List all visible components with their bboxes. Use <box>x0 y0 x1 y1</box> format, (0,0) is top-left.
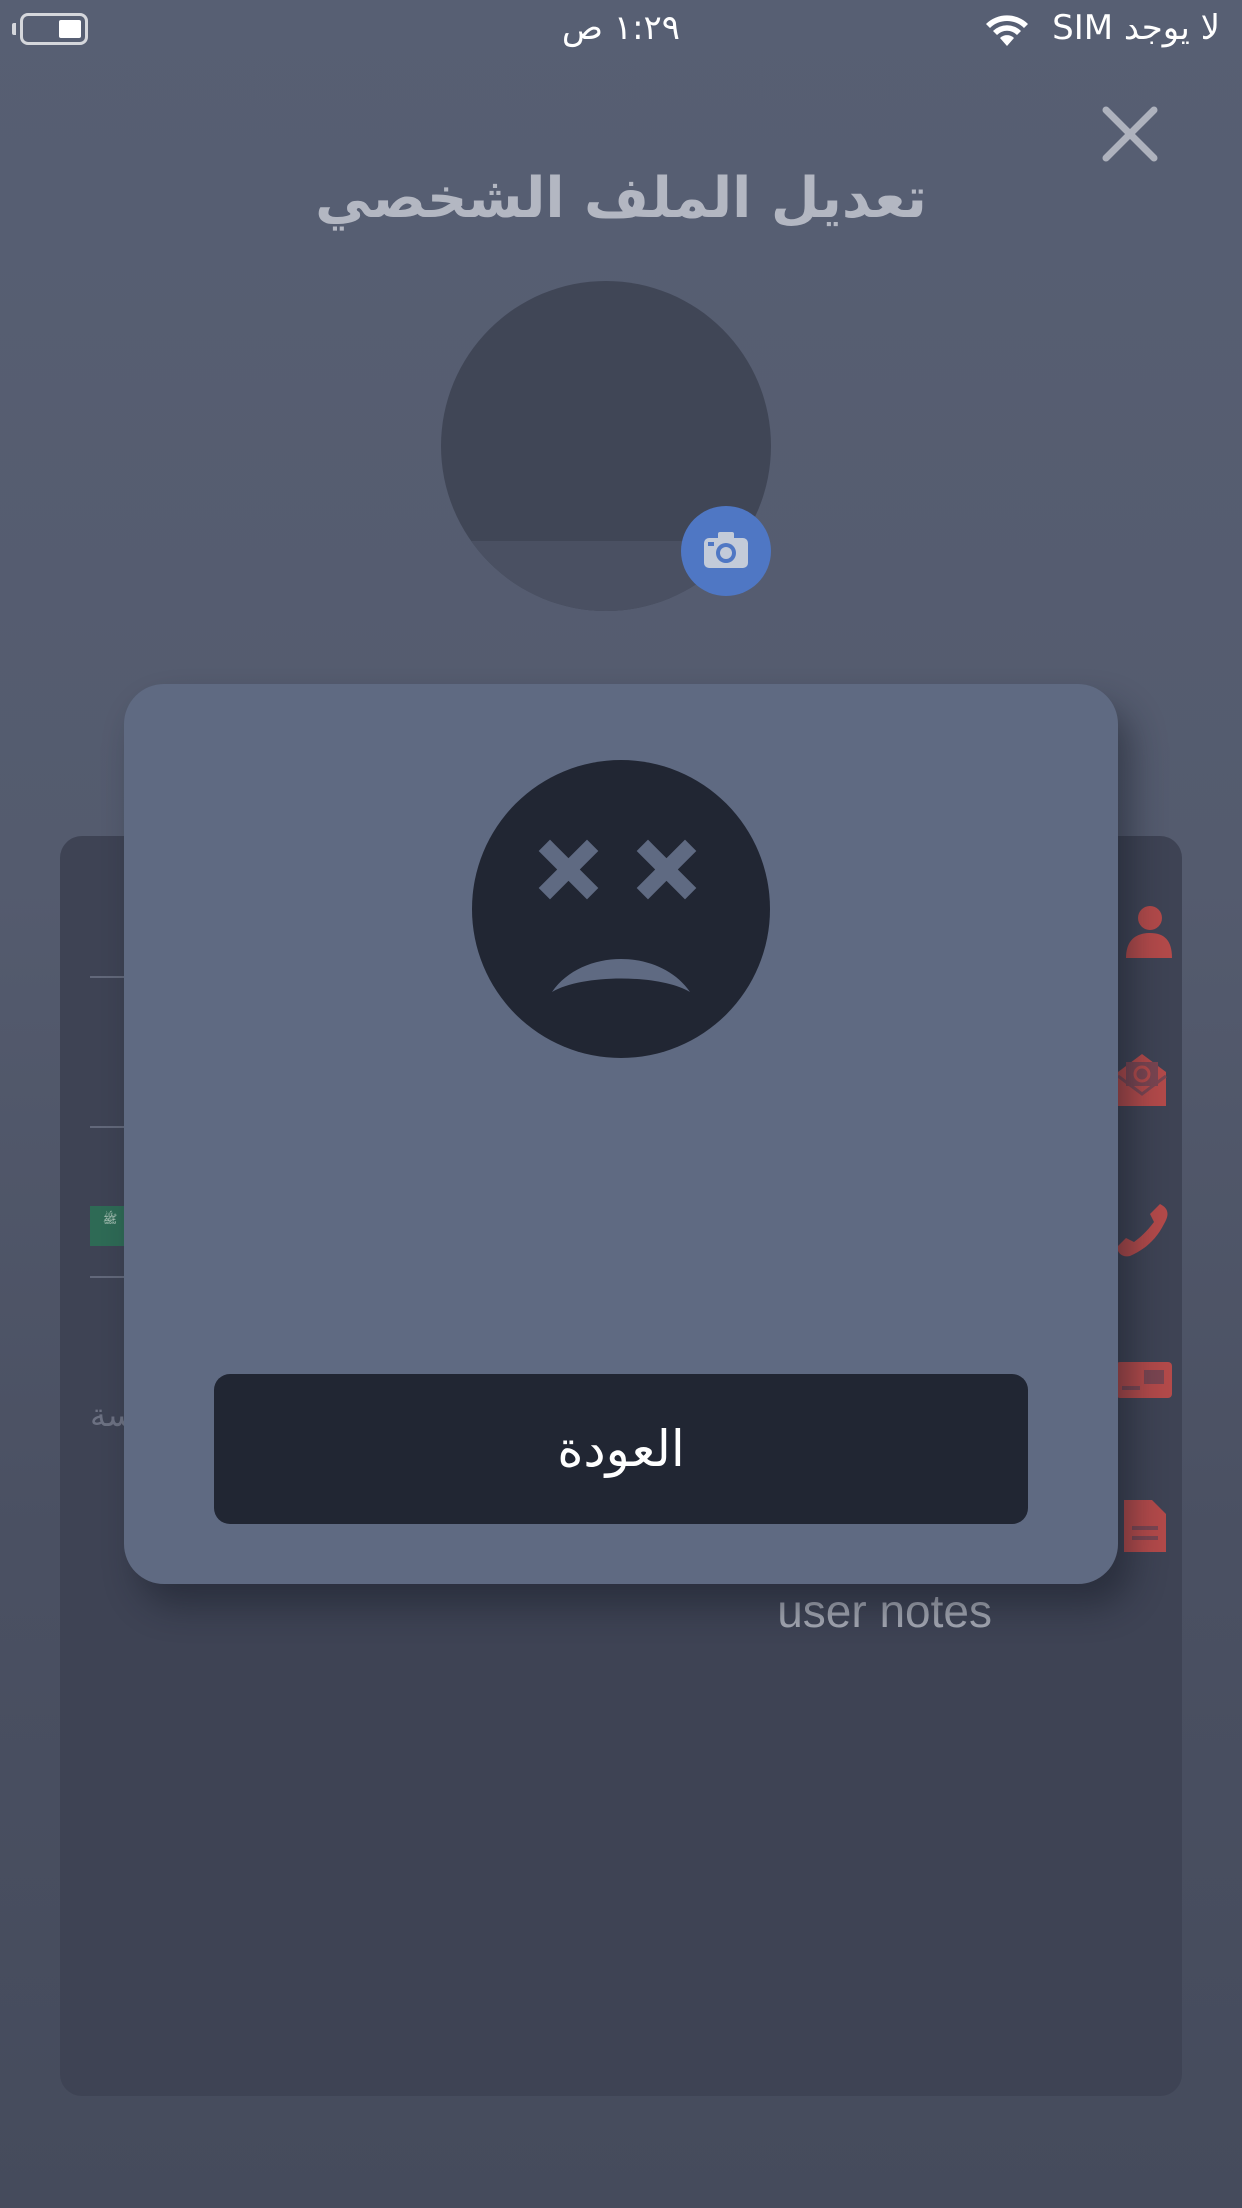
back-button[interactable]: العودة <box>214 1374 1028 1524</box>
page-title: تعديل الملف الشخصي <box>315 166 927 231</box>
notes-field-label[interactable]: user notes <box>777 1584 992 1638</box>
status-bar: ١:٢٩ ص لا يوجد SIM <box>0 0 1242 60</box>
close-icon[interactable] <box>1100 104 1160 164</box>
error-dialog: العودة <box>124 684 1118 1584</box>
id-card-icon <box>1116 1362 1172 1398</box>
wifi-icon <box>986 15 1028 46</box>
document-icon <box>1124 1500 1166 1552</box>
sad-face-icon <box>472 760 770 1058</box>
carrier-label: لا يوجد SIM <box>1052 8 1220 48</box>
phone-icon <box>1117 1204 1168 1257</box>
person-icon <box>1126 906 1172 958</box>
email-icon <box>1117 1054 1167 1106</box>
change-photo-button[interactable] <box>681 506 771 596</box>
camera-icon <box>704 532 748 568</box>
